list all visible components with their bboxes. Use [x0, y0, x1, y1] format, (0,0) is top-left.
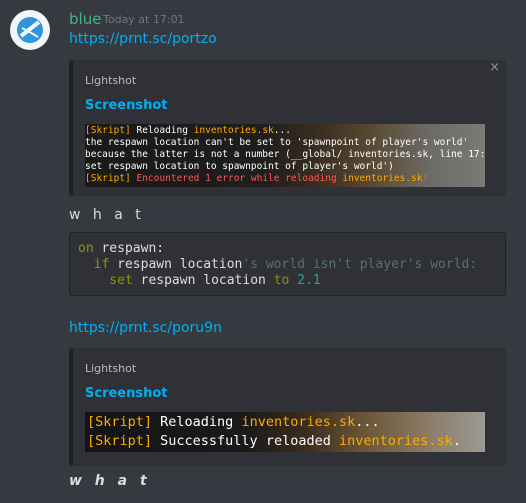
close-icon[interactable]: ×	[489, 60, 500, 75]
author-name[interactable]: blue	[69, 10, 101, 28]
code-line: set respawn location to 2.1	[78, 273, 497, 289]
console-text: Encountered 1 error while reloading	[136, 173, 343, 184]
embed-title[interactable]: Screenshot	[85, 98, 168, 113]
code-token: respawn:	[93, 241, 165, 256]
console-text: [Skript]	[85, 173, 137, 184]
code-token: 's world isn't player's world:	[242, 257, 478, 272]
console-text: Successfully reloaded	[160, 433, 339, 449]
screenshot-link-1[interactable]: https://prnt.sc/portzo	[69, 31, 217, 47]
console-line: [Skript] Successfully reloaded inventori…	[87, 432, 485, 451]
code-token: respawn location	[132, 273, 274, 288]
embed-title[interactable]: Screenshot	[85, 386, 168, 401]
screenshot-image[interactable]: [Skript] Reloading inventories.sk... the …	[85, 124, 485, 187]
console-text: [Skript]	[87, 433, 161, 449]
console-line: because the latter is not a number (__gl…	[85, 149, 485, 161]
message-timestamp: Today at 17:01	[103, 13, 185, 26]
console-text: inventories.sk	[193, 125, 274, 136]
link-embed-2: Lightshot Screenshot [Skript] Reloading …	[69, 348, 506, 466]
embed-provider[interactable]: Lightshot	[85, 362, 136, 375]
code-line: on respawn:	[78, 241, 497, 257]
console-text: inventories.sk	[241, 414, 356, 430]
message-text-what: w h a t	[69, 207, 145, 223]
console-text: inventories.sk	[338, 433, 453, 449]
console-line: [Skript] Reloading inventories.sk...	[87, 413, 485, 432]
console-text: inventories.sk	[342, 173, 423, 184]
avatar-logo-icon	[17, 17, 43, 43]
console-line: [Skript] Reloading inventories.sk...	[85, 125, 485, 137]
link-embed-1: Lightshot Screenshot × [Skript] Reloadin…	[69, 60, 506, 196]
console-line: the respawn location can't be set to 'sp…	[85, 137, 485, 149]
console-text: ...	[273, 125, 291, 136]
code-block: on respawn: if respawn location's world …	[69, 232, 506, 296]
console-text: [Skript]	[87, 414, 161, 430]
code-token: respawn location	[109, 257, 243, 272]
console-text: ...	[355, 414, 380, 430]
message-text-what-bold-italic: w h a t	[69, 473, 151, 489]
console-text: Reloading	[136, 125, 194, 136]
code-token: to	[273, 273, 290, 288]
console-text: because the latter is not a number (__gl…	[85, 149, 485, 160]
console-text: set respawn location to spawnpoint of pl…	[85, 161, 394, 172]
code-token: on	[78, 241, 94, 256]
console-text: [Skript]	[85, 125, 137, 136]
console-line: [Skript] Encountered 1 error while reloa…	[85, 173, 485, 185]
code-line: if respawn location's world isn't player…	[78, 257, 497, 273]
screenshot-link-2[interactable]: https://prnt.sc/poru9n	[69, 320, 222, 336]
embed-provider[interactable]: Lightshot	[85, 74, 136, 87]
console-text: Reloading	[160, 414, 242, 430]
code-token: 2.1	[297, 273, 321, 288]
console-line: set respawn location to spawnpoint of pl…	[85, 161, 485, 173]
code-token: set	[78, 273, 133, 288]
screenshot-image[interactable]: [Skript] Reloading inventories.sk... [Skr…	[85, 412, 485, 452]
console-text: the respawn location can't be set to 'sp…	[85, 137, 469, 148]
console-text: !	[422, 173, 429, 184]
avatar[interactable]	[10, 10, 50, 50]
code-token: if	[78, 257, 110, 272]
console-text: .	[452, 433, 461, 449]
